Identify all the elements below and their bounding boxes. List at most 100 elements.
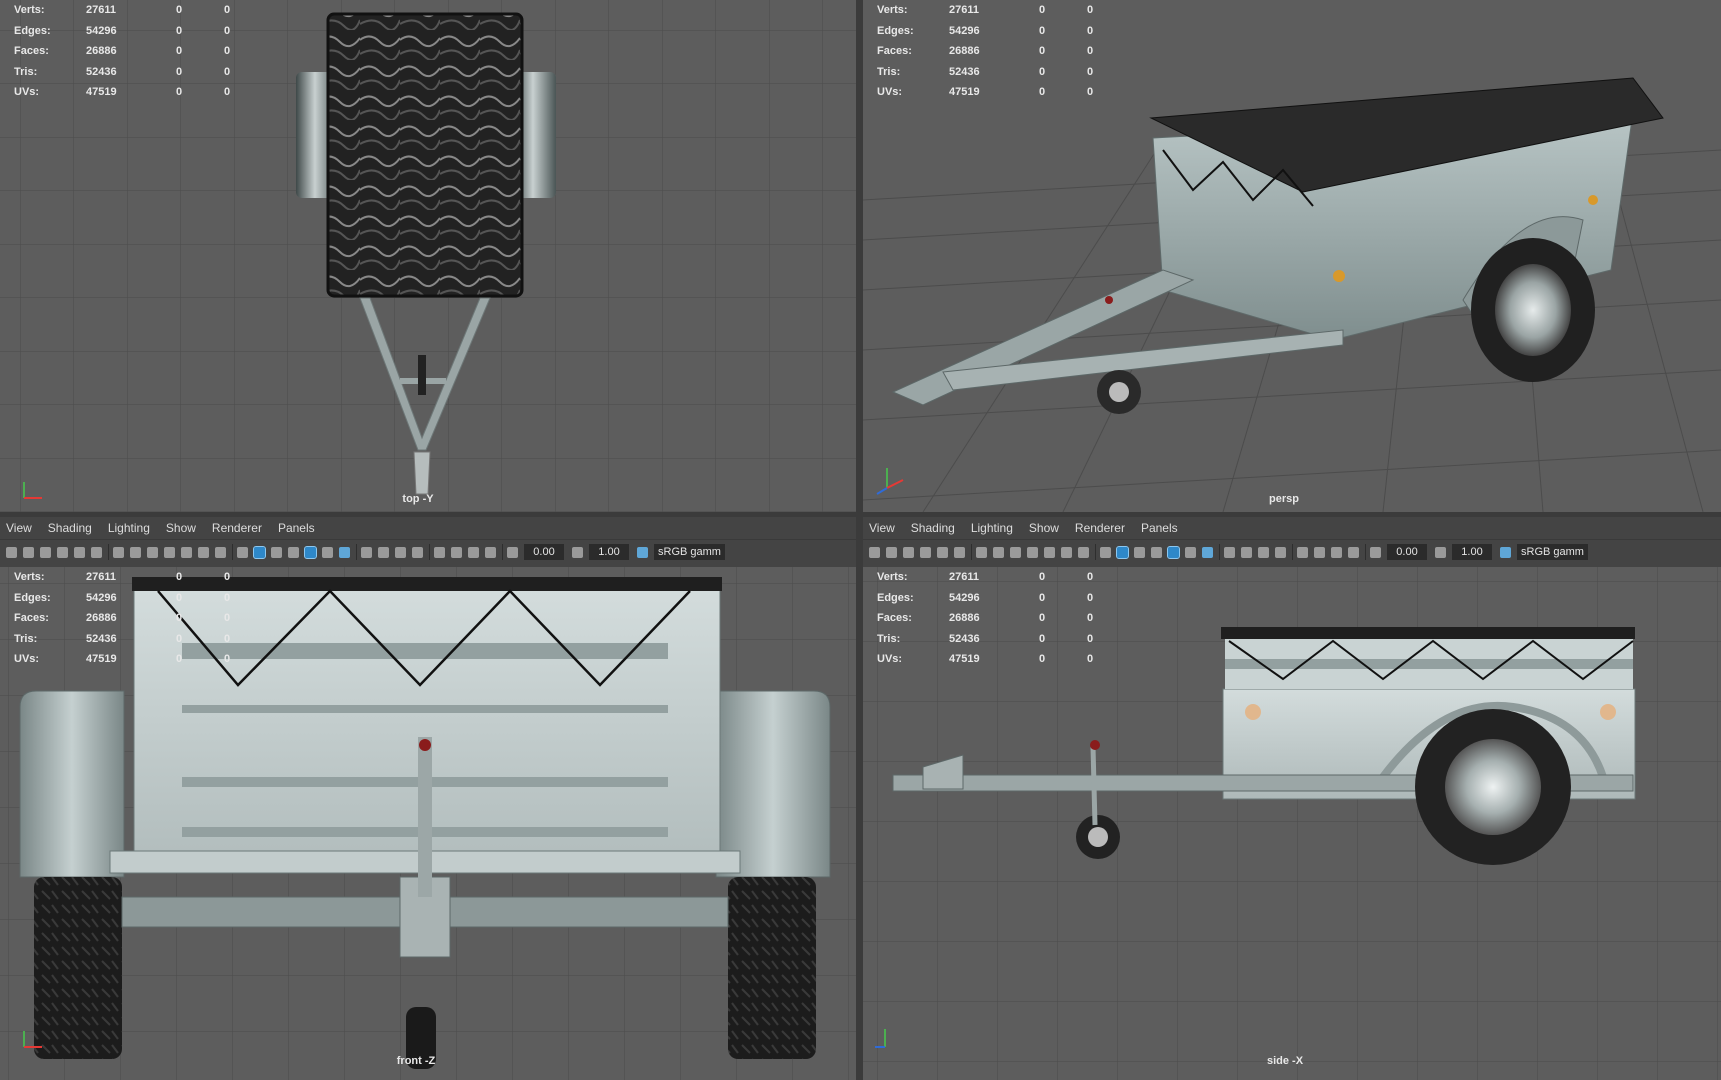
depth-of-field-icon[interactable] [1275, 546, 1286, 558]
stat-label: UVs: [14, 653, 40, 666]
stat-value: 0 [175, 632, 183, 645]
exposure-icon[interactable] [507, 546, 518, 558]
grid-icon[interactable] [113, 546, 124, 558]
bookmark-icon[interactable] [903, 546, 914, 558]
color-management-icon[interactable] [1500, 546, 1511, 558]
menu-view[interactable]: View [6, 521, 32, 535]
xray-joints-icon[interactable] [1331, 546, 1342, 558]
2d-pan-zoom-icon[interactable] [937, 546, 948, 558]
ambient-occlusion-icon[interactable] [361, 546, 372, 558]
xray-icon[interactable] [1314, 546, 1325, 558]
gamma-field[interactable]: 1.00 [1452, 544, 1492, 560]
stat-label: Tris: [877, 65, 901, 78]
menu-lighting[interactable]: Lighting [971, 521, 1013, 535]
safe-title-icon[interactable] [215, 546, 226, 558]
textured-icon[interactable] [1167, 545, 1180, 559]
menu-show[interactable]: Show [166, 521, 196, 535]
safe-action-icon[interactable] [198, 546, 209, 558]
wireframe-icon[interactable] [1100, 546, 1111, 558]
field-chart-icon[interactable] [181, 546, 192, 558]
shadows-icon[interactable] [1202, 546, 1213, 558]
ambient-occlusion-icon[interactable] [1224, 546, 1235, 558]
bookmark-icon[interactable] [40, 546, 51, 558]
view-transform-dropdown[interactable]: sRGB gamm [1517, 544, 1588, 560]
use-all-lights-icon[interactable] [1185, 546, 1196, 558]
stat-value: 0 [175, 86, 183, 99]
stat-value: 0 [223, 653, 231, 666]
menu-lighting[interactable]: Lighting [108, 521, 150, 535]
viewport-top[interactable]: Verts: 27611 0 0 Edges: 54296 0 0 Faces: 26886 0… [0, 0, 856, 512]
stat-value: 0 [223, 571, 231, 583]
viewport-front[interactable]: Verts: 27611 0 0 Edges: 54296 0 0 Faces: 26886 0… [0, 567, 856, 1080]
wireframe-on-shaded-icon[interactable] [288, 546, 299, 558]
camera-attributes-icon[interactable] [23, 546, 34, 558]
select-camera-icon[interactable] [869, 546, 880, 558]
use-all-lights-icon[interactable] [322, 546, 333, 558]
stat-value: 0 [1086, 4, 1094, 16]
camera-attributes-icon[interactable] [886, 546, 897, 558]
default-material-icon[interactable] [271, 546, 282, 558]
grease-pencil-icon[interactable] [954, 546, 965, 558]
wireframe-on-shaded-icon[interactable] [1151, 546, 1162, 558]
smooth-shade-icon[interactable] [253, 545, 266, 559]
viewport-splitter-horizontal[interactable] [0, 512, 1721, 517]
depth-of-field-icon[interactable] [412, 546, 423, 558]
stat-value: 0 [1038, 571, 1046, 583]
color-management-icon[interactable] [637, 546, 648, 558]
gate-mask-icon[interactable] [164, 546, 175, 558]
menu-panels[interactable]: Panels [1141, 521, 1178, 535]
safe-action-icon[interactable] [1061, 546, 1072, 558]
select-camera-icon[interactable] [6, 546, 17, 558]
image-plane-icon[interactable] [57, 546, 68, 558]
exposure-field[interactable]: 0.00 [524, 544, 564, 560]
anti-aliasing-icon[interactable] [1258, 546, 1269, 558]
gate-mask-icon[interactable] [1027, 546, 1038, 558]
xray-components-icon[interactable] [1348, 546, 1359, 558]
menu-shading[interactable]: Shading [48, 521, 92, 535]
exposure-field[interactable]: 0.00 [1387, 544, 1427, 560]
film-gate-icon[interactable] [130, 546, 141, 558]
menu-renderer[interactable]: Renderer [212, 521, 262, 535]
xray-icon[interactable] [451, 546, 462, 558]
stat-value: 54296 [86, 591, 117, 604]
2d-pan-zoom-icon[interactable] [74, 546, 85, 558]
stat-value: 0 [175, 591, 183, 604]
viewport-side[interactable]: Verts: 27611 0 0 Edges: 54296 0 0 Faces: 26886 0… [863, 567, 1721, 1080]
stat-value: 26886 [86, 45, 117, 58]
anti-aliasing-icon[interactable] [395, 546, 406, 558]
field-chart-icon[interactable] [1044, 546, 1055, 558]
exposure-icon[interactable] [1370, 546, 1381, 558]
default-material-icon[interactable] [1134, 546, 1145, 558]
film-gate-icon[interactable] [993, 546, 1004, 558]
resolution-gate-icon[interactable] [1010, 546, 1021, 558]
viewport-splitter-vertical[interactable] [856, 0, 863, 1080]
wireframe-icon[interactable] [237, 546, 248, 558]
menu-show[interactable]: Show [1029, 521, 1059, 535]
view-transform-dropdown[interactable]: sRGB gamm [654, 544, 725, 560]
safe-title-icon[interactable] [1078, 546, 1089, 558]
grease-pencil-icon[interactable] [91, 546, 102, 558]
isolate-select-icon[interactable] [434, 546, 445, 558]
textured-icon[interactable] [304, 545, 317, 559]
image-plane-icon[interactable] [920, 546, 931, 558]
menu-renderer[interactable]: Renderer [1075, 521, 1125, 535]
grid-icon[interactable] [976, 546, 987, 558]
motion-blur-icon[interactable] [378, 546, 389, 558]
smooth-shade-icon[interactable] [1116, 545, 1129, 559]
xray-components-icon[interactable] [485, 546, 496, 558]
shadows-icon[interactable] [339, 546, 350, 558]
resolution-gate-icon[interactable] [147, 546, 158, 558]
gamma-icon[interactable] [572, 546, 583, 558]
motion-blur-icon[interactable] [1241, 546, 1252, 558]
menu-view[interactable]: View [869, 521, 895, 535]
gamma-field[interactable]: 1.00 [589, 544, 629, 560]
stat-label: Edges: [877, 591, 914, 604]
isolate-select-icon[interactable] [1297, 546, 1308, 558]
menu-shading[interactable]: Shading [911, 521, 955, 535]
stat-label: Edges: [877, 24, 914, 37]
viewport-persp[interactable]: Verts: 27611 0 0 Edges: 54296 0 0 Faces: 26886 0… [863, 0, 1721, 512]
menu-panels[interactable]: Panels [278, 521, 315, 535]
gamma-icon[interactable] [1435, 546, 1446, 558]
stat-value: 54296 [949, 24, 980, 37]
xray-joints-icon[interactable] [468, 546, 479, 558]
